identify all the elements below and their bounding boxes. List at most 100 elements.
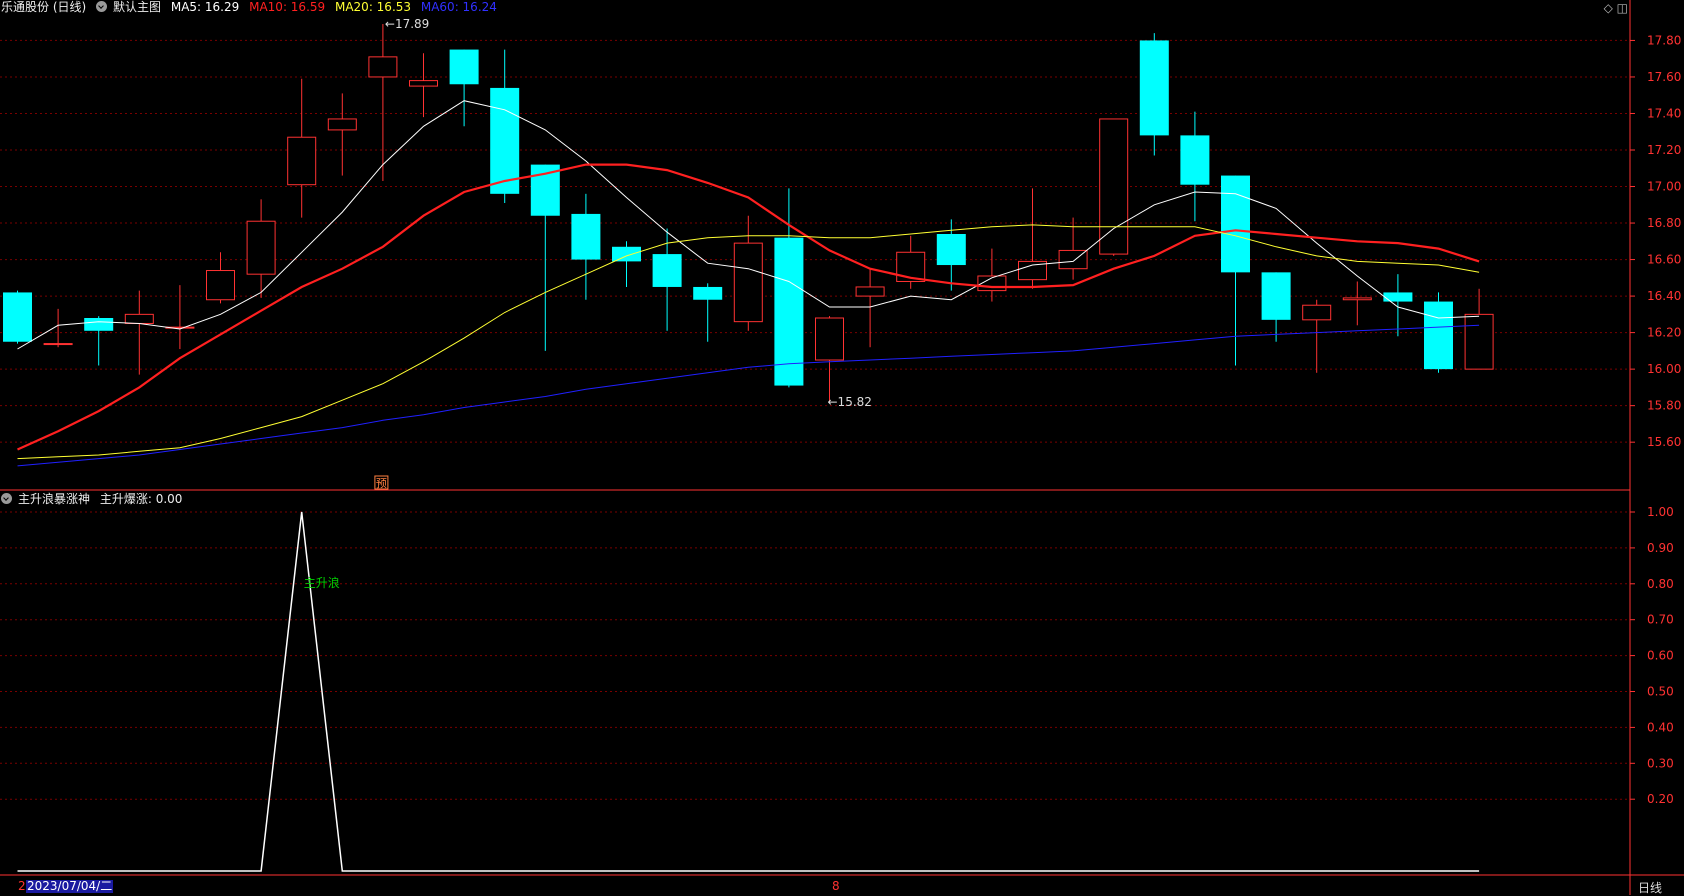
candle: [693, 283, 723, 342]
chart-menu-icon[interactable]: [96, 1, 108, 12]
period-button[interactable]: 日线: [1638, 879, 1662, 896]
candle-body: [327, 118, 357, 131]
indicator-tick-label: 0.50: [1647, 685, 1674, 699]
y-tick-label: 17.00: [1647, 180, 1681, 194]
corner-controls: ◇ ◫: [1604, 1, 1628, 15]
y-tick-label: 16.80: [1647, 216, 1681, 230]
main-chart-header: 乐通股份 (日线) 默认主图 MA5: 16.29 MA10: 16.59 MA…: [1, 0, 503, 14]
candle-body: [449, 49, 479, 85]
candle: [1342, 281, 1372, 326]
diamond-icon[interactable]: ◇: [1604, 1, 1613, 15]
indicator-tick-label: 0.20: [1647, 792, 1674, 806]
candle-body: [490, 87, 520, 194]
candle-body: [855, 286, 885, 297]
candle: [409, 53, 438, 118]
y-tick-label: 15.60: [1647, 435, 1681, 449]
y-tick-label: 16.60: [1647, 253, 1681, 267]
y-tick-label: 16.20: [1647, 326, 1681, 340]
candle-body: [84, 318, 114, 331]
indicator-tick-label: 0.60: [1647, 649, 1674, 663]
candle-body: [612, 246, 641, 262]
candle: [815, 316, 844, 402]
candle-body: [733, 242, 763, 323]
indicator-signal-label: 主升浪: [304, 575, 340, 590]
indicator-name[interactable]: 主升浪暴涨神: [18, 492, 90, 506]
candle: [855, 268, 885, 348]
footer-mid-mark: 8: [832, 879, 840, 893]
candle: [1424, 292, 1453, 373]
indicator-tick-label: 0.80: [1647, 577, 1674, 591]
candle-body: [206, 270, 235, 301]
candle-body: [246, 220, 276, 275]
candle-body: [1099, 118, 1129, 255]
indicator-menu-icon[interactable]: [1, 493, 12, 504]
candle: [1099, 118, 1129, 256]
y-tick-label: 17.20: [1647, 143, 1681, 157]
candle: [165, 285, 195, 350]
candle: [449, 49, 479, 127]
candle-body: [43, 343, 73, 346]
candle-body: [1139, 40, 1169, 136]
candle-body: [1464, 313, 1494, 370]
candle-body: [693, 286, 723, 300]
indicator-tick-label: 0.70: [1647, 613, 1674, 627]
candle: [84, 316, 114, 366]
candle-body: [815, 317, 844, 361]
candle-body: [368, 56, 398, 78]
candle-body: [1383, 292, 1413, 302]
y-tick-label: 17.40: [1647, 106, 1681, 120]
candle-body: [652, 254, 682, 287]
candle: [3, 290, 32, 344]
candle-body: [1424, 301, 1453, 370]
indicator-tick-label: 1.00: [1647, 505, 1674, 519]
candle: [287, 78, 317, 218]
candle: [571, 193, 601, 300]
y-tick-label: 16.00: [1647, 362, 1681, 376]
y-tick-label: 15.80: [1647, 399, 1681, 413]
candle-body: [124, 313, 154, 324]
candle: [1180, 111, 1210, 222]
main-chart-label[interactable]: 默认主图: [113, 0, 161, 14]
candle: [124, 290, 154, 375]
candle: [1139, 33, 1169, 156]
candle-body: [1261, 272, 1291, 320]
high-price-marker: ←17.89: [385, 17, 429, 31]
indicator-tick-label: 0.90: [1647, 541, 1674, 555]
candle: [652, 228, 682, 331]
candle-body: [3, 292, 32, 342]
candle: [368, 24, 398, 182]
candle: [530, 164, 560, 351]
footer-left-mark: 2: [18, 879, 26, 893]
candle: [43, 308, 73, 348]
ma-line-ma60: [17, 324, 1480, 467]
stock-title: 乐通股份 (日线): [1, 0, 87, 14]
candle: [1261, 272, 1291, 342]
forecast-badge-label: 预: [376, 477, 387, 490]
y-tick-label: 17.60: [1647, 70, 1681, 84]
candle-body: [1342, 297, 1372, 301]
candle-body: [287, 136, 317, 186]
candle: [1302, 299, 1332, 373]
candle: [896, 235, 926, 289]
ma5-label: MA5: 16.29: [170, 0, 240, 14]
candle-body: [1221, 175, 1250, 273]
low-price-marker: ←15.82: [828, 395, 872, 409]
candle: [612, 241, 641, 287]
chart-canvas: 17.80 17.60 17.40 17.20 17.00 16.80 16.60 16.40…: [0, 0, 1684, 895]
y-tick-label: 16.40: [1647, 289, 1681, 303]
candle: [327, 93, 357, 176]
indicator-tick-label: 0.40: [1647, 720, 1674, 734]
ma20-label: MA20: 16.53: [334, 0, 412, 14]
candle-body: [1302, 304, 1332, 321]
candle: [1383, 274, 1413, 337]
candle: [1464, 288, 1494, 370]
candle-body: [1180, 135, 1210, 185]
cursor-date: 2023/07/04/二: [26, 879, 114, 893]
ma10-label: MA10: 16.59: [249, 0, 326, 14]
panel-toggle-icon[interactable]: ◫: [1617, 1, 1628, 15]
y-tick-label: 17.80: [1647, 33, 1681, 47]
indicator-value: 主升爆涨: 0.00: [99, 492, 183, 506]
candle-body: [571, 213, 601, 260]
indicator-header: 主升浪暴涨神 主升爆涨: 0.00: [1, 492, 188, 506]
candle: [733, 215, 763, 331]
